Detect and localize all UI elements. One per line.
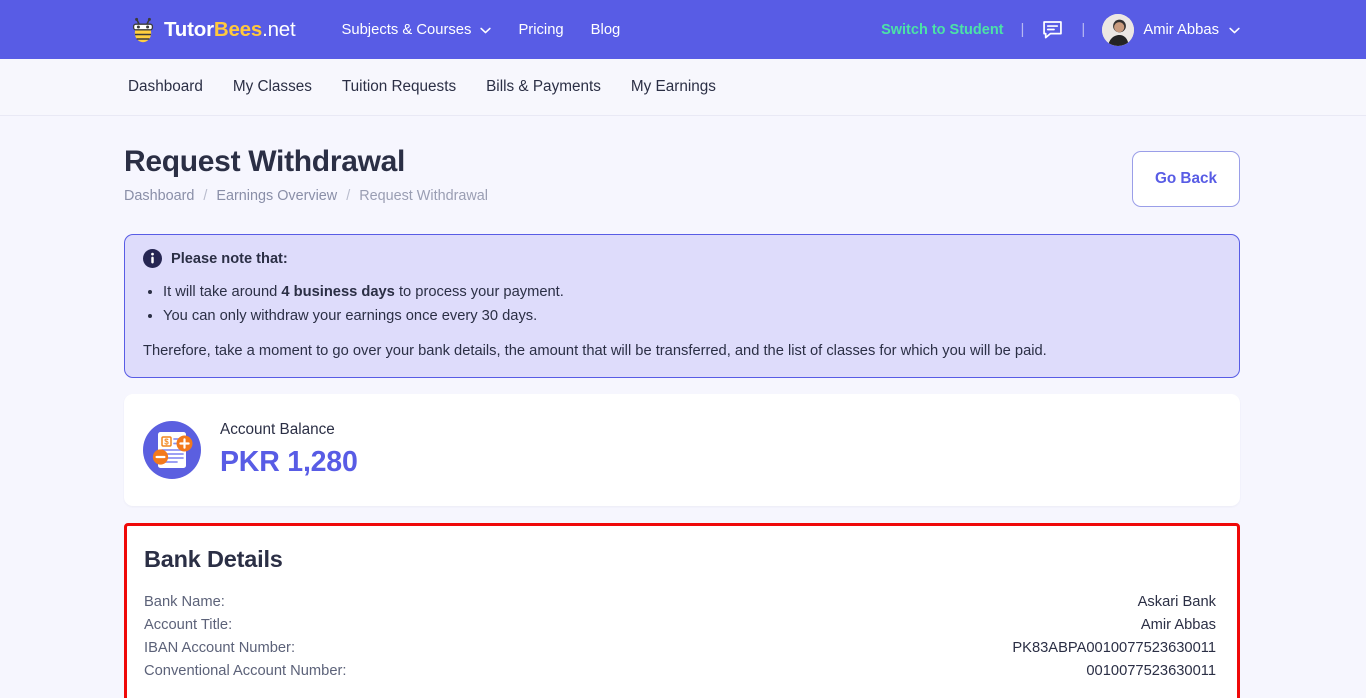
bank-details-title: Bank Details <box>144 545 283 572</box>
info-icon <box>143 249 162 268</box>
account-title-label: Account Title: <box>144 617 233 634</box>
site-logo[interactable]: TutorBees.net <box>128 15 296 45</box>
note-heading-row: Please note that: <box>143 249 1221 268</box>
subnav-item-my-classes[interactable]: My Classes <box>233 78 312 96</box>
secondary-nav: Dashboard My Classes Tuition Requests Bi… <box>0 59 1366 116</box>
bank-name-label: Bank Name: <box>144 594 225 611</box>
chevron-down-icon <box>480 22 492 38</box>
account-balance-amount: PKR 1,280 <box>220 445 358 478</box>
subnav-item-my-earnings[interactable]: My Earnings <box>631 78 716 96</box>
bank-detail-row-conventional-account: Conventional Account Number: 00100775236… <box>144 660 1216 683</box>
conventional-account-label: Conventional Account Number: <box>144 663 347 680</box>
switch-to-student-link[interactable]: Switch to Student <box>881 22 1003 38</box>
bank-details-card: Bank Details Bank Name: Askari Bank Acco… <box>124 522 1240 698</box>
iban-value: PK83ABPA0010077523630011 <box>1012 640 1216 657</box>
breadcrumb-separator-2: / <box>346 187 351 204</box>
subnav-item-dashboard[interactable]: Dashboard <box>128 78 203 96</box>
chevron-down-icon <box>1229 21 1240 39</box>
breadcrumb-current: Request Withdrawal <box>359 187 488 204</box>
note-bullet-1: It will take around 4 business days to p… <box>163 281 1221 305</box>
nav-subjects-courses[interactable]: Subjects & Courses <box>341 21 492 38</box>
conventional-account-value: 0010077523630011 <box>1086 663 1216 680</box>
header-right-cluster: Switch to Student | | Amir Abbas <box>881 13 1240 46</box>
bee-icon <box>128 15 158 45</box>
page-title: Request Withdrawal <box>124 145 406 178</box>
breadcrumb-dashboard[interactable]: Dashboard <box>124 188 194 204</box>
account-balance-card: $ Account Balance PKR 1,280 <box>124 393 1240 506</box>
nav-pricing-label: Pricing <box>518 21 564 38</box>
please-note-callout: Please note that: It will take around 4 … <box>124 234 1240 378</box>
top-header-bar: TutorBees.net Subjects & Courses Pricing… <box>0 0 1366 59</box>
bank-detail-row-iban: IBAN Account Number: PK83ABPA00100775236… <box>144 637 1216 660</box>
breadcrumb-earnings-overview[interactable]: Earnings Overview <box>216 188 337 204</box>
svg-text:$: $ <box>164 437 169 446</box>
account-balance-label: Account Balance <box>220 420 335 438</box>
note-bullet-1-post: to process your payment. <box>394 284 564 300</box>
user-name: Amir Abbas <box>1143 21 1219 38</box>
subnav-item-tuition-requests[interactable]: Tuition Requests <box>342 78 456 96</box>
account-balance-text-block: Account Balance PKR 1,280 <box>220 421 358 479</box>
user-menu[interactable]: Amir Abbas <box>1102 13 1240 46</box>
nav-blog-label: Blog <box>590 21 621 38</box>
note-footer-text: Therefore, take a moment to go over your… <box>143 342 1047 359</box>
go-back-button[interactable]: Go Back <box>1131 151 1240 207</box>
brand-name: TutorBees.net <box>164 17 296 41</box>
invoice-balance-icon: $ <box>142 420 202 480</box>
note-bullet-1-bold: 4 business days <box>281 284 395 300</box>
note-bullet-1-pre: It will take around <box>163 284 282 300</box>
note-heading: Please note that: <box>171 250 288 267</box>
breadcrumb-separator-1: / <box>203 187 208 204</box>
header-separator-1: | <box>1020 21 1025 38</box>
primary-nav: Subjects & Courses Pricing Blog <box>341 22 620 38</box>
avatar <box>1102 13 1135 46</box>
nav-blog[interactable]: Blog <box>591 22 621 38</box>
page-header-left: Request Withdrawal Dashboard / Earnings … <box>124 143 488 204</box>
bank-name-value: Askari Bank <box>1137 594 1216 611</box>
bank-detail-row-account-title: Account Title: Amir Abbas <box>144 614 1216 637</box>
nav-pricing[interactable]: Pricing <box>518 22 563 38</box>
nav-subjects-courses-label: Subjects & Courses <box>341 21 472 38</box>
subnav-item-bills-payments[interactable]: Bills & Payments <box>486 78 601 96</box>
chat-bubble-icon[interactable] <box>1041 18 1064 41</box>
iban-label: IBAN Account Number: <box>144 640 296 657</box>
note-bullet-list: It will take around 4 business days to p… <box>163 281 1221 329</box>
page-header: Request Withdrawal Dashboard / Earnings … <box>124 116 1240 207</box>
main-content: Request Withdrawal Dashboard / Earnings … <box>0 116 1366 698</box>
note-bullet-2: You can only withdraw your earnings once… <box>163 305 1221 329</box>
bank-detail-row-bank-name: Bank Name: Askari Bank <box>144 591 1216 614</box>
breadcrumb: Dashboard / Earnings Overview / Request … <box>124 188 488 204</box>
header-separator-2: | <box>1081 21 1086 38</box>
account-title-value: Amir Abbas <box>1140 617 1216 634</box>
